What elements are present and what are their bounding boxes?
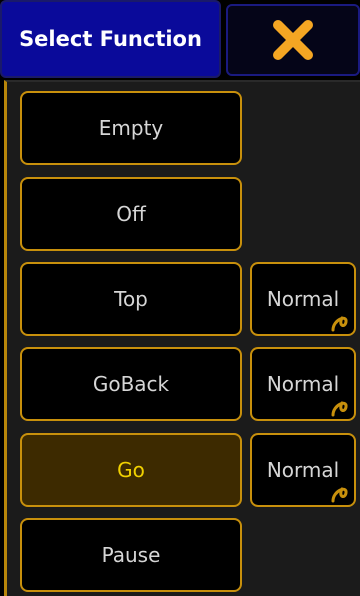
function-label: Pause [101, 543, 161, 567]
function-button-top[interactable]: Top [20, 262, 242, 336]
mode-button-top[interactable]: Normal [250, 262, 356, 336]
encoder-icon [331, 401, 348, 417]
encoder-icon [331, 316, 348, 332]
function-label: Top [114, 287, 148, 311]
close-x-icon [273, 20, 313, 60]
encoder-icon [331, 487, 348, 503]
function-button-goback[interactable]: GoBack [20, 347, 242, 421]
function-button-go[interactable]: Go [20, 433, 242, 507]
mode-label: Normal [266, 458, 340, 482]
page-title: Select Function [0, 0, 221, 78]
function-label: Go [117, 458, 145, 482]
mode-label: Normal [266, 372, 340, 396]
function-button-pause[interactable]: Pause [20, 518, 242, 592]
function-label: Empty [98, 116, 164, 140]
function-button-off[interactable]: Off [20, 177, 242, 251]
function-button-empty[interactable]: Empty [20, 91, 242, 165]
function-label: Off [116, 202, 146, 226]
mode-button-goback[interactable]: Normal [250, 347, 356, 421]
close-button[interactable] [226, 4, 360, 76]
mode-label: Normal [266, 287, 340, 311]
function-label: GoBack [92, 372, 170, 396]
mode-button-go[interactable]: Normal [250, 433, 356, 507]
title-label: Select Function [19, 27, 202, 51]
